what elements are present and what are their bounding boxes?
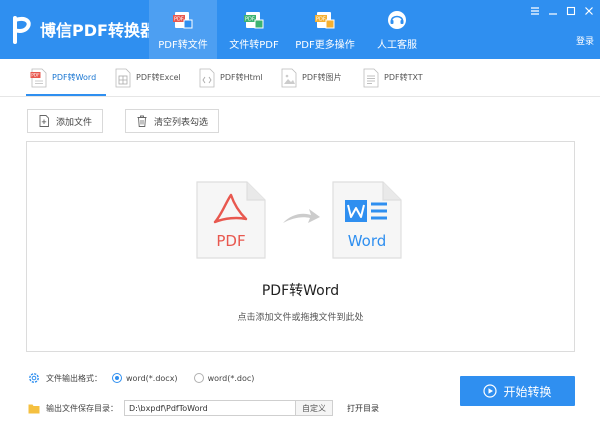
output-format-row: 文件输出格式： word(*.docx) word(*.doc) (28, 371, 254, 385)
tab-pdf-to-file[interactable]: PDF PDF转文件 (149, 0, 217, 59)
tab-label: 人工客服 (377, 40, 417, 51)
tab-pdf-more[interactable]: PDF PDF更多操作 (292, 0, 358, 59)
custom-dir-button[interactable]: 自定义 (296, 400, 333, 416)
tab-customer-service[interactable]: 人工客服 (370, 0, 424, 59)
open-dir-link[interactable]: 打开目录 (347, 403, 379, 414)
radio-docx[interactable] (112, 373, 122, 383)
drop-zone-title: PDF转Word (261, 283, 340, 299)
word-document-text: Word (348, 232, 387, 250)
minimize-icon (549, 13, 557, 15)
gear-icon (29, 373, 39, 383)
subtab-pdf-to-image[interactable]: PDF转图片 (280, 59, 342, 96)
output-path-input[interactable]: D:\bxpdf\PdfToWord (124, 400, 296, 416)
txt-file-icon (363, 68, 379, 87)
output-dir-row: 输出文件保存目录： D:\bxpdf\PdfToWord 自定义 打开目录 (28, 400, 379, 416)
image-file-icon (281, 68, 297, 87)
subtab-pdf-to-word[interactable]: PDF PDF转Word (30, 59, 96, 96)
sub-tab-bar: PDF PDF转Word PDF转Excel PDF转Html PDF转图片 P… (0, 59, 600, 97)
close-icon (585, 7, 593, 15)
active-subtab-indicator (26, 94, 106, 96)
menu-icon (531, 7, 539, 15)
title-bar: 博信PDF转换器 PDF PDF转文件 PDF 文件转PDF PDF PDF更多… (0, 0, 600, 59)
file-drop-zone[interactable]: PDF Word PDF转Word 点击添加文件或拖拽文件到此处 (26, 141, 575, 352)
file-to-pdf-icon: PDF (244, 12, 264, 29)
app-title: 博信PDF转换器 (40, 21, 156, 40)
p-logo-icon (13, 16, 31, 44)
pdf-to-file-icon: PDF (173, 12, 193, 29)
add-file-button[interactable]: 添加文件 (27, 109, 104, 133)
pdf-file-icon: PDF (30, 68, 47, 87)
minimize-button[interactable] (546, 4, 560, 18)
tab-file-to-pdf[interactable]: PDF 文件转PDF (222, 0, 286, 59)
trash-icon (137, 115, 147, 127)
add-file-label: 添加文件 (56, 117, 93, 128)
radio-doc-label[interactable]: word(*.doc) (208, 374, 255, 383)
subtab-pdf-to-txt[interactable]: PDF转TXT (362, 59, 423, 96)
svg-text:PDF: PDF (31, 72, 40, 78)
tab-label: PDF转文件 (158, 40, 208, 51)
start-convert-label: 开始转换 (503, 384, 552, 399)
clear-list-label: 清空列表勾选 (154, 117, 209, 128)
subtab-label: PDF转Html (220, 73, 263, 82)
tab-label: PDF更多操作 (295, 40, 355, 51)
restore-icon (566, 6, 576, 16)
menu-button[interactable] (528, 4, 542, 18)
output-dir-label: 输出文件保存目录： (46, 403, 118, 413)
subtab-pdf-to-html[interactable]: PDF转Html (198, 59, 263, 96)
restore-button[interactable] (564, 4, 578, 18)
subtab-label: PDF转图片 (302, 73, 342, 82)
subtab-pdf-to-excel[interactable]: PDF转Excel (114, 59, 181, 96)
drop-zone-hint[interactable]: 点击添加文件或拖拽文件到此处 (27, 310, 574, 323)
close-button[interactable] (582, 4, 596, 18)
add-file-icon (39, 115, 49, 127)
subtab-label: PDF转Excel (136, 73, 181, 82)
pdf-document-text: PDF (216, 232, 245, 250)
output-format-label: 文件输出格式： (46, 373, 102, 383)
html-file-icon (199, 68, 215, 87)
tab-label: 文件转PDF (229, 40, 279, 51)
subtab-label: PDF转TXT (384, 73, 423, 82)
svg-text:PDF: PDF (174, 17, 184, 23)
svg-text:PDF: PDF (245, 17, 255, 23)
subtab-label: PDF转Word (52, 73, 97, 82)
app-brand: 博信PDF转换器 (12, 14, 156, 44)
word-document-icon: Word (332, 181, 402, 259)
radio-doc[interactable] (193, 373, 204, 383)
headset-icon (388, 11, 406, 29)
clear-list-button[interactable]: 清空列表勾选 (125, 109, 220, 133)
play-icon (483, 384, 498, 398)
start-convert-button[interactable]: 开始转换 (460, 376, 575, 406)
arrow-right-icon (283, 209, 320, 223)
pdf-document-icon: PDF (196, 181, 266, 259)
excel-file-icon (115, 68, 131, 87)
folder-icon (28, 404, 40, 413)
radio-docx-label[interactable]: word(*.docx) (126, 374, 178, 383)
pdf-more-icon: PDF (315, 12, 335, 29)
svg-text:PDF: PDF (316, 17, 326, 23)
login-link[interactable]: 登录 (576, 34, 594, 47)
